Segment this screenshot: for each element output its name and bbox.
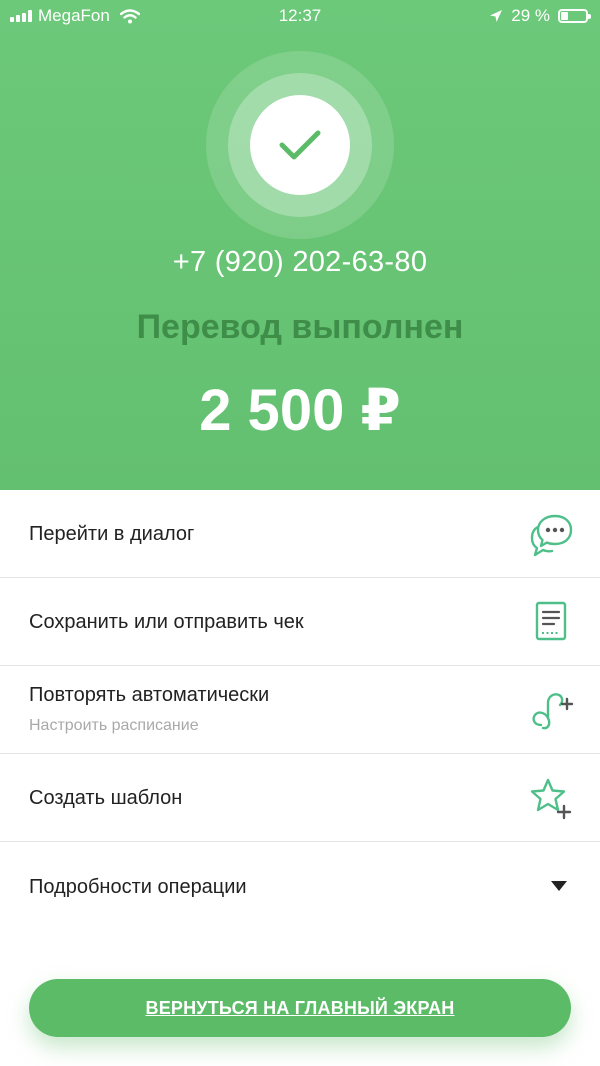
action-create-template[interactable]: Создать шаблон <box>0 754 600 842</box>
success-header: MegaFon 12:37 29 % +7 (920) 202-63-80 Пе… <box>0 0 600 490</box>
receipt-icon <box>528 599 574 645</box>
transfer-amount: 2 500 ₽ <box>199 378 401 443</box>
recipient-phone: +7 (920) 202-63-80 <box>172 246 428 278</box>
action-label: Перейти в диалог <box>29 523 195 545</box>
success-badge <box>250 95 350 195</box>
action-label: Повторять автоматически <box>29 684 270 706</box>
transfer-success-screen: MegaFon 12:37 29 % +7 (920) 202-63-80 Пе… <box>0 0 600 1066</box>
repeat-add-icon <box>528 687 574 733</box>
return-home-button[interactable]: ВЕРНУТЬСЯ НА ГЛАВНЫЙ ЭКРАН <box>29 979 571 1037</box>
action-label: Создать шаблон <box>29 787 183 809</box>
action-save-or-send-receipt[interactable]: Сохранить или отправить чек <box>0 578 600 666</box>
action-repeat-automatically[interactable]: Повторять автоматически Настроить распис… <box>0 666 600 754</box>
action-operation-details[interactable]: Подробности операции <box>0 842 600 930</box>
status-bar-right: 29 % <box>489 6 591 26</box>
battery-icon <box>558 9 591 23</box>
action-go-to-dialog[interactable]: Перейти в диалог <box>0 490 600 578</box>
battery-percent: 29 % <box>511 6 550 25</box>
location-arrow-icon <box>489 9 503 23</box>
action-label: Сохранить или отправить чек <box>29 611 304 633</box>
star-add-icon <box>528 776 574 822</box>
action-label: Подробности операции <box>29 876 247 898</box>
checkmark-icon <box>278 128 322 162</box>
transfer-status-title: Перевод выполнен <box>136 308 464 346</box>
battery-level <box>561 12 568 20</box>
status-bar: MegaFon 12:37 29 % <box>0 0 600 32</box>
action-sublabel: Настроить расписание <box>29 717 199 734</box>
triangle-down-icon <box>536 863 582 909</box>
chat-bubbles-icon <box>528 512 574 558</box>
